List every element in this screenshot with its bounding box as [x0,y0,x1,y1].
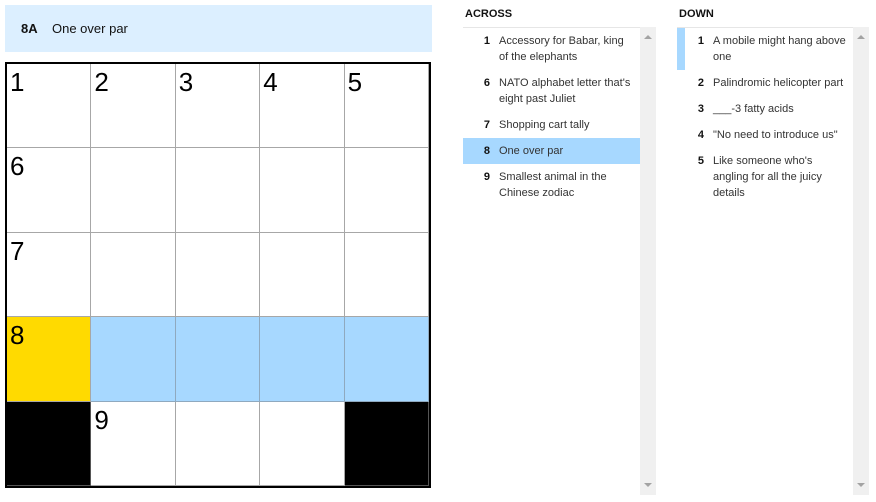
down-scrollbar[interactable] [853,27,869,495]
clue-text: Palindromic helicopter part [713,77,844,89]
clue-number: 9 [483,171,490,183]
clue-text: "No need to introduce us" [713,129,838,141]
across-clue-item[interactable]: 6 NATO alphabet letter that's eight past … [463,70,640,112]
clue-number: 3 [697,103,704,115]
clue-text: A mobile might hang above one [713,35,846,63]
down-clue-item[interactable]: 5 Like someone who's angling for all the … [677,148,853,206]
across-clue-item[interactable]: 9 Smallest animal in the Chinese zodiac [463,164,640,206]
cell-number: 1 [10,67,25,97]
current-clue-number: 8A [21,21,38,36]
black-cell [344,401,429,486]
cell-number: 8 [10,320,25,351]
current-clue-bar: 8A One over par [5,5,432,52]
clue-text: Shopping cart tally [499,119,590,131]
clue-number: 7 [483,119,490,131]
grid-cell[interactable] [260,317,345,402]
grid-cell[interactable]: 4 [260,64,345,149]
clue-text: Accessory for Babar, king of the elephan… [499,35,624,63]
grid-cell[interactable] [344,148,429,233]
cell-number: 7 [10,235,25,266]
grid-cell[interactable]: 9 [91,401,176,486]
scroll-down-arrow-icon[interactable] [644,483,652,487]
grid-cell[interactable] [344,317,429,402]
grid-cell[interactable] [175,148,261,233]
down-column: DOWN 1 A mobile might hang above one 2 Pali… [677,0,870,495]
down-clue-item[interactable]: 4 "No need to introduce us" [677,122,853,148]
down-clue-item[interactable]: 2 Palindromic helicopter part [677,70,853,96]
crossword-grid: 1 2 3 4 5 6 7 8 9 [5,62,431,488]
clue-text: Like someone who's angling for all the j… [713,155,822,199]
grid-cell[interactable] [175,232,261,318]
grid-cell[interactable] [260,232,345,318]
clue-number: 1 [483,35,490,47]
clue-text: NATO alphabet letter that's eight past J… [499,77,631,105]
clue-number: 1 [697,35,704,47]
grid-cell[interactable]: 7 [7,232,92,318]
down-clue-list: 1 A mobile might hang above one 2 Palindrom… [677,27,853,206]
cell-number: 3 [178,67,194,97]
grid-cell[interactable]: 5 [344,64,429,149]
scroll-up-arrow-icon[interactable] [644,35,652,39]
down-clue-item[interactable]: 3 ___-3 fatty acids [677,96,853,122]
across-clue-list: 1 Accessory for Babar, king of the elepha… [463,27,640,206]
clue-text: Smallest animal in the Chinese zodiac [499,171,607,199]
clue-text: ___-3 fatty acids [713,103,794,115]
cell-number: 2 [94,67,109,97]
across-clue-item[interactable]: 1 Accessory for Babar, king of the elepha… [463,28,640,70]
across-clue-item[interactable]: 7 Shopping cart tally [463,112,640,138]
scroll-up-arrow-icon[interactable] [857,35,865,39]
clue-number: 4 [697,129,704,141]
clue-text: One over par [499,145,564,157]
grid-cell[interactable]: 2 [91,64,176,149]
down-title: DOWN [679,8,714,20]
grid-cell[interactable] [260,148,345,233]
scroll-down-arrow-icon[interactable] [857,483,865,487]
across-scrollbar[interactable] [640,27,656,495]
across-title: ACROSS [465,8,513,20]
grid-cell[interactable] [260,401,345,486]
across-column: ACROSS 1 Accessory for Babar, king of the… [463,0,656,495]
down-clue-item[interactable]: 1 A mobile might hang above one [677,28,853,70]
grid-cell[interactable] [91,317,176,402]
grid-cell[interactable] [175,401,261,486]
grid-cell[interactable] [91,232,176,318]
grid-cell[interactable]: 6 [7,148,92,233]
cell-number: 9 [94,404,109,435]
current-clue-text: One over par [52,21,128,36]
clue-number: 8 [483,145,490,157]
cell-number: 5 [347,67,363,97]
clue-number: 2 [697,77,704,89]
grid-cell[interactable]: 8 [7,317,92,402]
grid-cell[interactable]: 1 [7,64,92,149]
clue-number: 5 [697,155,704,167]
black-cell [7,401,92,486]
grid-cell[interactable] [344,232,429,318]
grid-cell[interactable] [175,317,261,402]
cell-number: 6 [10,151,25,182]
grid-cell[interactable] [91,148,176,233]
grid-cell[interactable]: 3 [175,64,261,149]
cell-number: 4 [263,67,278,97]
clue-number: 6 [483,77,490,89]
across-clue-item[interactable]: 8 One over par [463,138,640,164]
